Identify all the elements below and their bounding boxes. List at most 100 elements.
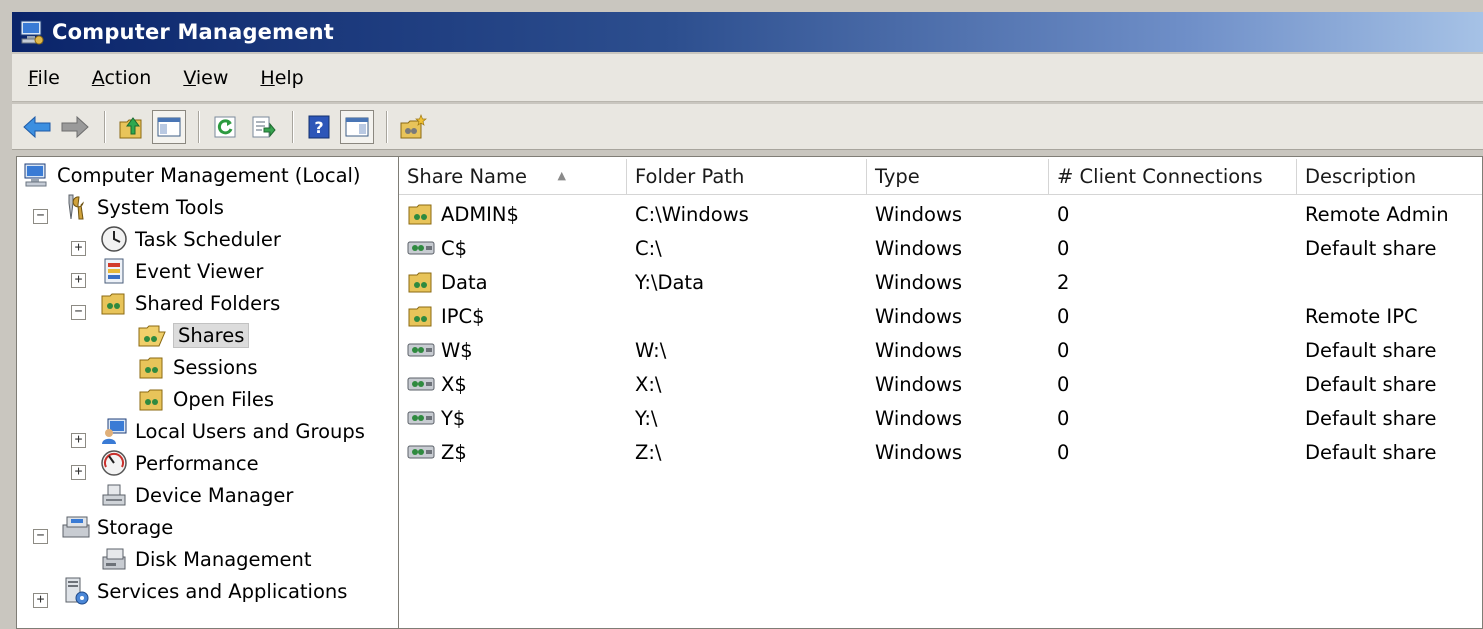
- share-drive-icon: [407, 374, 439, 394]
- collapse-toggle[interactable]: −: [33, 209, 48, 224]
- table-row[interactable]: W$ W:\ Windows 0 Default share: [399, 333, 1482, 367]
- menu-bar: File Action View Help: [12, 54, 1483, 102]
- column-label: Description: [1305, 165, 1417, 188]
- cell-text: C:\Windows: [635, 202, 749, 226]
- tree-item-shared-folders[interactable]: Shared Folders: [99, 287, 280, 319]
- new-share-button[interactable]: [396, 110, 430, 144]
- sort-ascending-icon: ▲: [557, 169, 566, 182]
- content-area: Computer Management (Local) − System Too…: [12, 150, 1483, 629]
- back-button[interactable]: [20, 110, 54, 144]
- cell-client-connections: 0: [1049, 305, 1297, 328]
- collapse-toggle[interactable]: −: [71, 305, 86, 320]
- menu-file[interactable]: File: [12, 67, 76, 89]
- column-header-type[interactable]: Type: [867, 159, 1049, 195]
- show-hide-console-tree-button[interactable]: [152, 109, 186, 144]
- toolbar-separator: [386, 110, 388, 143]
- column-label: Folder Path: [635, 165, 745, 188]
- table-row[interactable]: Data Y:\Data Windows 2: [399, 265, 1482, 299]
- table-row[interactable]: Y$ Y:\ Windows 0 Default share: [399, 401, 1482, 435]
- tree-item-disk-management[interactable]: Disk Management: [99, 543, 312, 575]
- tree-item-device-manager[interactable]: Device Manager: [99, 479, 293, 511]
- tree-item-storage[interactable]: Storage: [61, 511, 173, 543]
- cell-text: 0: [1057, 338, 1070, 362]
- cell-text: 0: [1057, 202, 1070, 226]
- tree-item-local-users-groups[interactable]: Local Users and Groups: [99, 415, 365, 447]
- cell-type: Windows: [867, 441, 1049, 464]
- expand-toggle[interactable]: +: [71, 465, 86, 480]
- back-arrow-icon: [23, 115, 51, 138]
- up-one-level-button[interactable]: [114, 110, 148, 144]
- tree-item-task-scheduler[interactable]: Task Scheduler: [99, 223, 281, 255]
- toolbar-separator: [104, 110, 106, 143]
- table-row[interactable]: IPC$ Windows 0 Remote IPC: [399, 299, 1482, 333]
- cell-client-connections: 0: [1049, 373, 1297, 396]
- cell-text: Default share: [1305, 406, 1437, 430]
- table-row[interactable]: X$ X:\ Windows 0 Default share: [399, 367, 1482, 401]
- cell-text: 0: [1057, 304, 1070, 328]
- menu-help[interactable]: Help: [244, 67, 319, 89]
- expand-toggle[interactable]: +: [71, 273, 86, 288]
- column-header-folder-path[interactable]: Folder Path: [627, 159, 867, 195]
- tree-item-open-files[interactable]: Open Files: [137, 383, 274, 415]
- forward-button[interactable]: [58, 110, 92, 144]
- cell-type: Windows: [867, 407, 1049, 430]
- tree-item-sessions[interactable]: Sessions: [137, 351, 258, 383]
- tree-item-performance[interactable]: Performance: [99, 447, 259, 479]
- help-button[interactable]: ?: [302, 110, 336, 144]
- cell-share-name: Y$: [399, 407, 627, 430]
- column-header-share-name[interactable]: Share Name ▲: [399, 159, 627, 195]
- show-hide-action-pane-icon: [345, 117, 369, 136]
- column-header-description[interactable]: Description: [1297, 159, 1482, 195]
- tree-item-system-tools[interactable]: System Tools: [61, 191, 224, 223]
- shared-folder-icon: [99, 288, 129, 318]
- cell-folder-path: Y:\Data: [627, 271, 867, 294]
- tree-item-label: Computer Management (Local): [57, 163, 361, 187]
- expand-toggle[interactable]: +: [33, 593, 48, 608]
- tree-item-event-viewer[interactable]: Event Viewer: [99, 255, 263, 287]
- tree-item-label: System Tools: [97, 195, 224, 219]
- expand-toggle[interactable]: +: [71, 433, 86, 448]
- share-drive-icon: [407, 442, 439, 462]
- refresh-button[interactable]: [208, 110, 242, 144]
- tree-item-computer-management[interactable]: Computer Management (Local): [21, 159, 361, 191]
- cell-text: 0: [1057, 372, 1070, 396]
- table-row[interactable]: ADMIN$ C:\Windows Windows 0 Remote Admin: [399, 197, 1482, 231]
- cell-text: Z:\: [635, 440, 662, 464]
- tree-item-label: Open Files: [173, 387, 275, 411]
- menu-mnemonic: F: [28, 66, 38, 89]
- computer-management-icon: [21, 160, 51, 190]
- expand-toggle[interactable]: +: [71, 241, 86, 256]
- title-bar[interactable]: Computer Management: [12, 12, 1483, 52]
- cell-share-name: X$: [399, 373, 627, 396]
- collapse-toggle[interactable]: −: [33, 529, 48, 544]
- cell-client-connections: 0: [1049, 237, 1297, 260]
- cell-type: Windows: [867, 339, 1049, 362]
- services-icon: [61, 576, 91, 606]
- menu-action[interactable]: Action: [76, 67, 168, 89]
- cell-text: Z$: [441, 440, 467, 464]
- tree-item-services-applications[interactable]: Services and Applications: [61, 575, 347, 607]
- cell-text: Default share: [1305, 236, 1437, 260]
- share-drive-icon: [407, 340, 439, 360]
- export-list-button[interactable]: [246, 110, 280, 144]
- cell-text: Default share: [1305, 372, 1437, 396]
- table-row[interactable]: Z$ Z:\ Windows 0 Default share: [399, 435, 1482, 469]
- cell-client-connections: 0: [1049, 203, 1297, 226]
- cell-folder-path: X:\: [627, 373, 867, 396]
- tree-item-shares[interactable]: Shares: [137, 319, 250, 351]
- column-header-client-connections[interactable]: # Client Connections: [1049, 159, 1297, 195]
- storage-icon: [61, 512, 91, 542]
- share-drive-icon: [407, 408, 439, 428]
- cell-text: 0: [1057, 236, 1070, 260]
- cell-folder-path: Y:\: [627, 407, 867, 430]
- cell-text: X$: [441, 372, 467, 396]
- cell-folder-path: Z:\: [627, 441, 867, 464]
- cell-text: W$: [441, 338, 473, 362]
- menu-view[interactable]: View: [167, 67, 244, 89]
- table-row[interactable]: C$ C:\ Windows 0 Default share: [399, 231, 1482, 265]
- device-manager-icon: [99, 480, 129, 510]
- show-hide-action-pane-button[interactable]: [340, 109, 374, 144]
- cell-type: Windows: [867, 305, 1049, 328]
- cell-text: Y$: [441, 406, 466, 430]
- cell-text: Default share: [1305, 440, 1437, 464]
